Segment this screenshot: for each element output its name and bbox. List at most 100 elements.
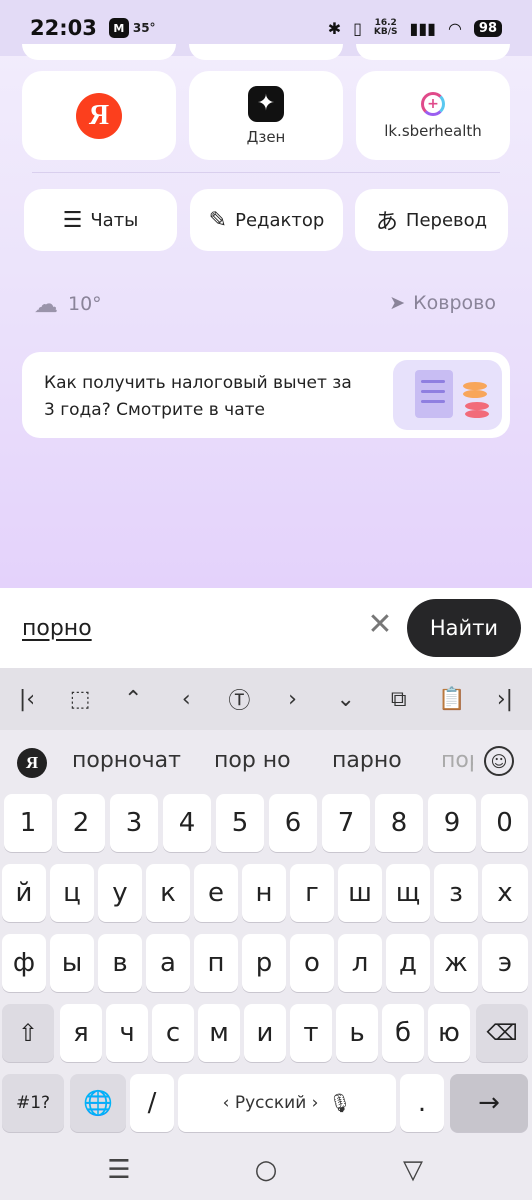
clear-icon[interactable]: ✕ xyxy=(365,610,395,640)
key-9[interactable]: 9 xyxy=(428,794,476,852)
weather-widget[interactable]: ☁ 10° xyxy=(34,290,102,318)
key-letter[interactable]: з xyxy=(434,864,478,922)
pen-sparkle-icon: ✎ xyxy=(208,207,228,233)
key-letter[interactable]: н xyxy=(242,864,286,922)
key-letter[interactable]: ы xyxy=(50,934,94,992)
suggestion[interactable]: пор но xyxy=(214,748,291,773)
search-input[interactable]: порно xyxy=(22,616,92,641)
cursor-text-icon[interactable]: Ⓣ xyxy=(224,683,254,715)
key-letter[interactable]: а xyxy=(146,934,190,992)
home-icon[interactable]: ○ xyxy=(251,1155,281,1185)
key-letter[interactable]: я xyxy=(60,1004,102,1062)
key-5[interactable]: 5 xyxy=(216,794,264,852)
key-letter[interactable]: с xyxy=(152,1004,194,1062)
suggestion-bar: Я порночат пор но парно пор ☺ xyxy=(0,738,532,788)
promo-card[interactable]: Как получить налоговый вычет за 3 года? … xyxy=(22,352,510,438)
tax-document-illustration-icon xyxy=(393,360,502,430)
key-letter[interactable]: п xyxy=(194,934,238,992)
copy-icon[interactable]: ⧉ xyxy=(384,687,414,712)
shortcut-yandex[interactable]: Я xyxy=(22,71,176,160)
back-icon[interactable]: ▽ xyxy=(398,1155,428,1185)
key-2[interactable]: 2 xyxy=(57,794,105,852)
last-icon[interactable]: ›| xyxy=(490,687,520,712)
suggestion[interactable]: порночат xyxy=(72,748,181,773)
key-0[interactable]: 0 xyxy=(481,794,528,852)
key-letter[interactable]: л xyxy=(338,934,382,992)
key-letter[interactable]: и xyxy=(244,1004,286,1062)
find-button[interactable]: Найти xyxy=(407,599,521,657)
shift-key[interactable]: ⇧ xyxy=(2,1004,54,1062)
divider xyxy=(32,172,500,173)
left-icon[interactable]: ‹ xyxy=(171,687,201,712)
key-letter[interactable]: й xyxy=(2,864,46,922)
key-letter[interactable]: ф xyxy=(2,934,46,992)
editor-button[interactable]: ✎ Редактор xyxy=(190,189,343,251)
key-letter[interactable]: м xyxy=(198,1004,240,1062)
key-letter[interactable]: щ xyxy=(386,864,430,922)
up-icon[interactable]: ⌃ xyxy=(118,687,148,712)
shortcut-sberhealth[interactable]: + lk.sberhealth xyxy=(356,71,510,160)
key-letter[interactable]: ч xyxy=(106,1004,148,1062)
key-4[interactable]: 4 xyxy=(163,794,211,852)
key-letter[interactable]: к xyxy=(146,864,190,922)
key-1[interactable]: 1 xyxy=(4,794,52,852)
yandex-keyboard-icon[interactable]: Я xyxy=(17,748,47,778)
clock: 22:03 xyxy=(30,16,97,40)
key-letter[interactable]: ш xyxy=(338,864,382,922)
key-letter[interactable]: г xyxy=(290,864,334,922)
menu-icon[interactable]: ☰ xyxy=(104,1155,134,1185)
backspace-icon[interactable]: ⌫ xyxy=(476,1004,528,1062)
signal-icon: ▮▮▮ xyxy=(409,18,436,38)
key-3[interactable]: 3 xyxy=(110,794,158,852)
down-icon[interactable]: ⌄ xyxy=(331,687,361,712)
key-letter[interactable]: р xyxy=(242,934,286,992)
right-icon[interactable]: › xyxy=(278,687,308,712)
key-7[interactable]: 7 xyxy=(322,794,370,852)
key-letter[interactable]: б xyxy=(382,1004,424,1062)
paste-icon[interactable]: 📋 xyxy=(437,687,467,712)
key-letter[interactable]: ь xyxy=(336,1004,378,1062)
space-key[interactable]: ‹ Русский › 🎙 xyxy=(178,1074,396,1132)
tile-partial[interactable] xyxy=(189,44,343,60)
key-letter[interactable]: е xyxy=(194,864,238,922)
key-6[interactable]: 6 xyxy=(269,794,317,852)
key-letter[interactable]: ц xyxy=(50,864,94,922)
keyboard: |‹ ⬚ ⌃ ‹ Ⓣ › ⌄ ⧉ 📋 ›| Я порночат пор но … xyxy=(0,668,532,1140)
first-icon[interactable]: |‹ xyxy=(12,687,42,712)
key-letter[interactable]: х xyxy=(482,864,528,922)
key-letter[interactable]: в xyxy=(98,934,142,992)
network-speed: 16.2 KB/S xyxy=(373,18,398,37)
slash-key[interactable]: / xyxy=(130,1074,174,1132)
key-letter[interactable]: э xyxy=(482,934,528,992)
battery-indicator: 98 xyxy=(473,19,502,37)
suggestion[interactable]: пор xyxy=(441,748,473,773)
tile-partial[interactable] xyxy=(356,44,510,60)
tile-partial[interactable] xyxy=(22,44,176,60)
promo-text: Как получить налоговый вычет за 3 года? … xyxy=(44,373,352,420)
period-key[interactable]: . xyxy=(400,1074,444,1132)
translate-icon: あ xyxy=(375,210,398,235)
key-letter[interactable]: т xyxy=(290,1004,332,1062)
globe-icon[interactable]: 🌐 xyxy=(70,1074,126,1132)
chats-button[interactable]: ☰ Чаты xyxy=(24,189,177,251)
key-letter[interactable]: ж xyxy=(434,934,478,992)
microphone-icon[interactable]: 🎙 xyxy=(328,1093,351,1114)
key-letter[interactable]: о xyxy=(290,934,334,992)
key-letter[interactable]: ю xyxy=(428,1004,470,1062)
shortcut-dzen[interactable]: ✦ Дзен xyxy=(189,71,343,160)
key-letter[interactable]: д xyxy=(386,934,430,992)
system-nav-bar: ☰ ○ ▽ xyxy=(0,1140,532,1200)
key-8[interactable]: 8 xyxy=(375,794,423,852)
select-icon[interactable]: ⬚ xyxy=(65,687,95,712)
location-widget[interactable]: ➤ Коврово xyxy=(389,292,496,314)
symbols-key[interactable]: #1? xyxy=(2,1074,64,1132)
translate-button[interactable]: あ Перевод xyxy=(355,189,508,251)
chats-icon: ☰ xyxy=(62,207,83,233)
bluetooth-icon: ✱ xyxy=(327,18,342,38)
suggestion[interactable]: парно xyxy=(332,748,402,773)
status-temperature: 35° xyxy=(132,21,156,35)
enter-key[interactable]: → xyxy=(450,1074,528,1132)
emoji-icon[interactable]: ☺ xyxy=(484,746,514,776)
cloud-icon: ☁ xyxy=(34,290,58,318)
key-letter[interactable]: у xyxy=(98,864,142,922)
